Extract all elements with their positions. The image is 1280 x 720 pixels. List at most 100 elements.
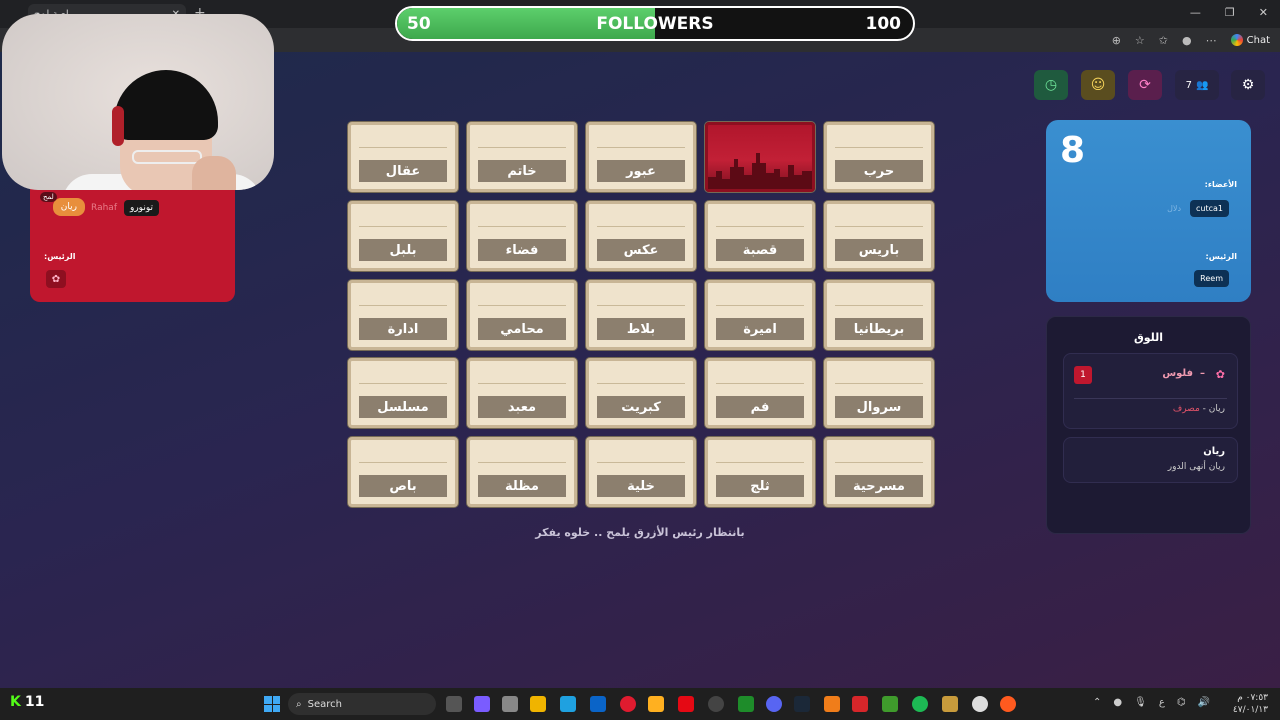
glasses [132, 150, 202, 164]
kick-count: 11 [24, 694, 45, 710]
word-card-label: سروال [835, 396, 923, 418]
microphone-icon[interactable]: 🎙 [1134, 697, 1147, 708]
word-card[interactable]: خاتم [467, 122, 577, 192]
clock[interactable]: ٠٧:٥٣ م ٤٧/٠١/١٣ [1233, 692, 1268, 716]
language-indicator[interactable]: ع [1159, 697, 1165, 708]
red-member-chip: Rahaf [91, 203, 117, 213]
word-card[interactable]: خلية [586, 437, 696, 507]
word-card[interactable]: ادارة [348, 280, 458, 350]
word-card-label: خاتم [478, 160, 566, 182]
store-icon[interactable] [502, 696, 518, 712]
word-card[interactable]: معبد [467, 358, 577, 428]
netflix-icon[interactable] [678, 696, 694, 712]
blue-member-chip: cutca1 [1190, 200, 1229, 217]
chevron-up-icon[interactable]: ⌃ [1093, 697, 1101, 708]
file-explorer-icon[interactable] [530, 696, 546, 712]
word-card[interactable]: محامي [467, 280, 577, 350]
chat-button[interactable]: Chat [1230, 34, 1270, 46]
copilot-app-icon[interactable] [474, 696, 490, 712]
app-icon[interactable] [852, 696, 868, 712]
word-card[interactable]: عكس [586, 201, 696, 271]
word-card[interactable]: فم [705, 358, 815, 428]
discord-icon[interactable] [766, 696, 782, 712]
hint-word-text: فلوس [1162, 368, 1194, 379]
timer-button[interactable]: ◷ [1034, 70, 1068, 100]
window-controls: — ❐ ✕ [1190, 6, 1268, 19]
followers-goal-bar: 50 FOLLOWERS 100 [395, 6, 915, 41]
volume-icon[interactable]: 🔊 [1198, 697, 1210, 708]
word-card-label: مسلسل [359, 396, 447, 418]
app-icon[interactable] [942, 696, 958, 712]
word-card[interactable]: فضاء [467, 201, 577, 271]
favorites-icon[interactable]: ✩ [1159, 34, 1168, 47]
kick-widget[interactable]: K 11 [10, 694, 44, 710]
word-card-label: محامي [478, 318, 566, 340]
red-leader-label: :الرئيس [44, 252, 76, 261]
app-icon[interactable] [824, 696, 840, 712]
streamer-hand [192, 156, 236, 190]
app-icon[interactable] [648, 696, 664, 712]
close-window-icon[interactable]: ✕ [1259, 6, 1268, 19]
blue-member-chip: دلال [1167, 204, 1181, 213]
app-icon[interactable] [708, 696, 724, 712]
word-card-label: قصبة [716, 239, 804, 261]
word-card-revealed[interactable] [705, 122, 815, 192]
more-menu-icon[interactable]: ⋯ [1206, 34, 1217, 47]
refresh-button[interactable]: ⟳ [1128, 70, 1162, 100]
blue-team-panel: 8 :الأعضاء cutca1 دلال :الرئيس Reem [1046, 120, 1251, 302]
word-card[interactable]: بريطانيا [824, 280, 934, 350]
headset-icon [112, 106, 124, 146]
obs-icon[interactable] [972, 696, 988, 712]
word-card[interactable]: ثلج [705, 437, 815, 507]
opera-icon[interactable] [620, 696, 636, 712]
refresh-icon: ⟳ [1139, 77, 1151, 93]
divider [1074, 398, 1227, 399]
maximize-icon[interactable]: ❐ [1225, 6, 1235, 19]
word-card[interactable]: كبريت [586, 358, 696, 428]
word-card[interactable]: بلاط [586, 280, 696, 350]
word-card[interactable]: باص [348, 437, 458, 507]
flower-icon: ✿ [1215, 368, 1225, 381]
member-count: 7 [1185, 79, 1192, 91]
word-card[interactable]: اميرة [705, 280, 815, 350]
word-card[interactable]: بلبل [348, 201, 458, 271]
bookmark-star-icon[interactable]: ☆ [1135, 34, 1145, 47]
word-card[interactable]: عقال [348, 122, 458, 192]
edge-icon[interactable] [560, 696, 576, 712]
task-view-icon[interactable] [446, 696, 462, 712]
users-icon: 👥 [1195, 79, 1209, 91]
search-placeholder: Search [307, 698, 342, 710]
members-button[interactable]: 7 👥 [1175, 70, 1219, 100]
taskbar-search[interactable]: ⌕ Search [288, 693, 436, 715]
red-team-panel: تونورو Rahaf ريان لمح :الرئيس ✿ [30, 188, 235, 302]
word-card[interactable]: حرب [824, 122, 934, 192]
webcam-overlay [2, 14, 274, 190]
word-card-label: معبد [478, 396, 566, 418]
app-icon[interactable] [1000, 696, 1016, 712]
windows-start-icon[interactable] [264, 696, 280, 712]
word-card[interactable]: مسرحية [824, 437, 934, 507]
tray-app-icon[interactable]: ● [1113, 697, 1122, 708]
hint-word: فلوس – [1162, 368, 1205, 379]
blue-leader-label: :الرئيس [1205, 252, 1237, 261]
word-card[interactable]: سروال [824, 358, 934, 428]
emoji-button[interactable]: ☺ [1081, 70, 1115, 100]
spotify-icon[interactable] [912, 696, 928, 712]
profile-avatar-icon[interactable]: ● [1182, 34, 1192, 47]
word-card[interactable]: مظلة [467, 437, 577, 507]
minimize-icon[interactable]: — [1190, 6, 1201, 19]
word-card[interactable]: قصبة [705, 201, 815, 271]
hint-action: مصرف [1172, 404, 1200, 414]
steam-icon[interactable] [794, 696, 810, 712]
settings-button[interactable]: ⚙ [1231, 70, 1265, 100]
word-card[interactable]: مسلسل [348, 358, 458, 428]
word-card[interactable]: عبور [586, 122, 696, 192]
word-card-label: عقال [359, 160, 447, 182]
word-card[interactable]: باريس [824, 201, 934, 271]
zoom-icon[interactable]: ⊕ [1112, 34, 1121, 47]
xbox-icon[interactable] [738, 696, 754, 712]
network-icon[interactable]: ⌬ [1177, 697, 1186, 708]
outlook-icon[interactable] [590, 696, 606, 712]
word-card-label: بلبل [359, 239, 447, 261]
minecraft-icon[interactable] [882, 696, 898, 712]
